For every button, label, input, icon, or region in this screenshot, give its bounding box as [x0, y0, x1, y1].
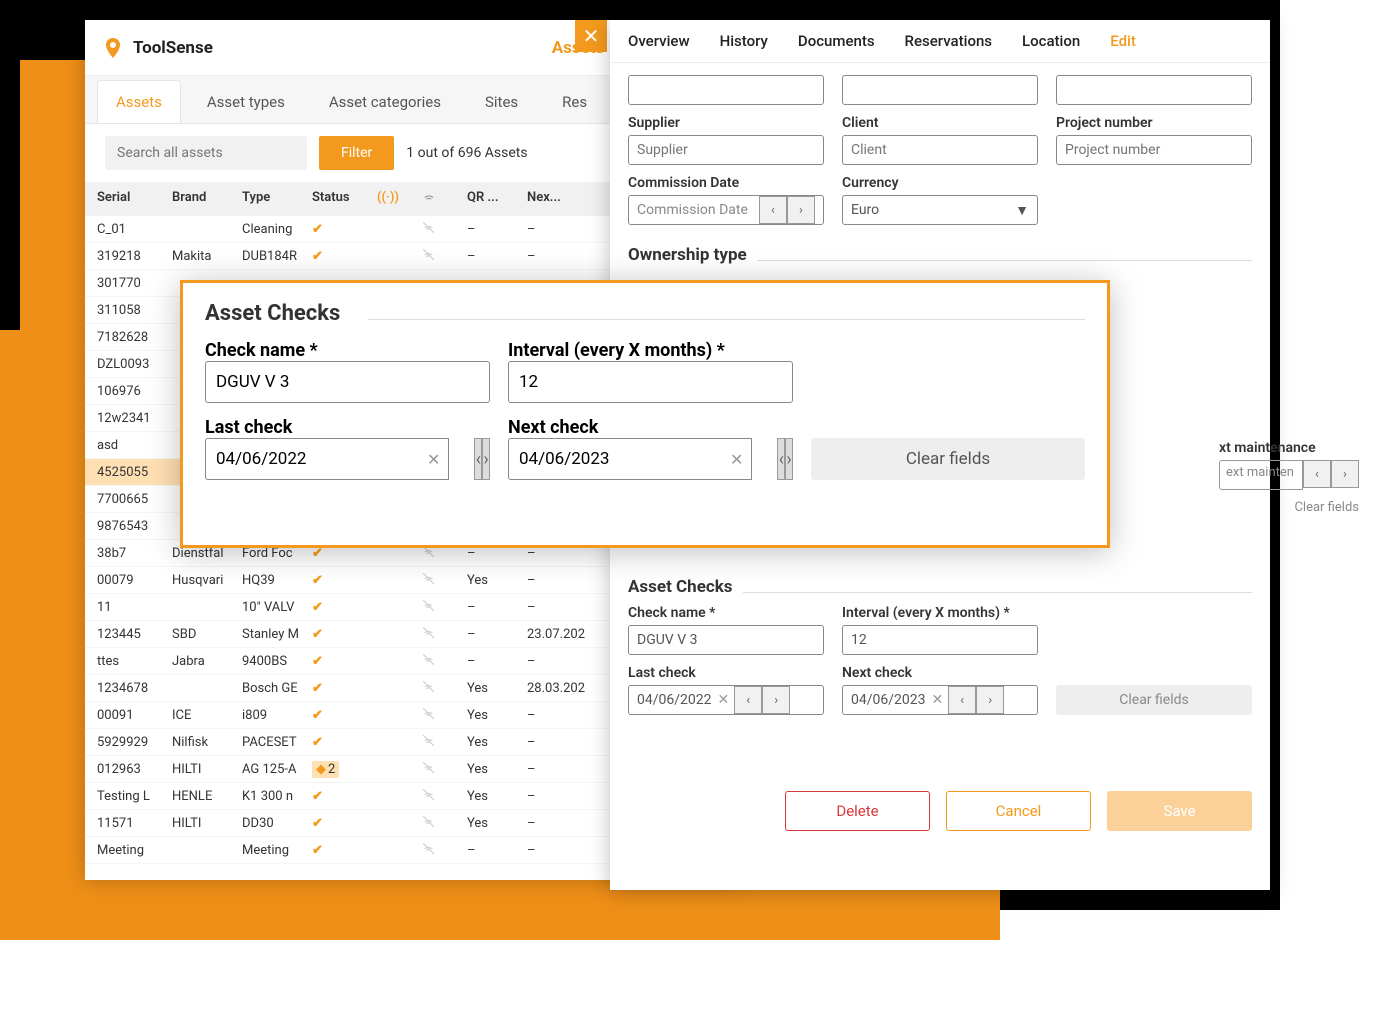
nm-prev[interactable]: ‹: [1303, 460, 1331, 488]
last-clear-icon[interactable]: ✕: [712, 692, 736, 708]
project-input[interactable]: [1056, 135, 1252, 165]
empty-field-2[interactable]: [842, 75, 1038, 105]
next-check-input-small[interactable]: 04/06/2023✕‹›: [842, 685, 1038, 715]
tab-history[interactable]: History: [720, 32, 768, 50]
check-name-label: Check name *: [205, 340, 490, 361]
popup-clear-fields[interactable]: Clear fields: [811, 438, 1085, 480]
last-check-label: Last check: [205, 417, 490, 438]
next-check-input[interactable]: [508, 438, 752, 480]
client-input[interactable]: [842, 135, 1038, 165]
tab-overview[interactable]: Overview: [628, 32, 690, 50]
tab-documents[interactable]: Documents: [798, 32, 875, 50]
commission-prev[interactable]: ‹: [759, 196, 787, 224]
check-name-input-small[interactable]: [628, 625, 824, 655]
empty-field-1[interactable]: [628, 75, 824, 105]
popup-title: Asset Checks: [205, 301, 340, 326]
filter-button[interactable]: Filter: [319, 136, 394, 170]
project-label: Project number: [1056, 115, 1252, 131]
next-clear-icon-big[interactable]: ✕: [724, 450, 749, 469]
commission-next[interactable]: ›: [787, 196, 815, 224]
last-prev[interactable]: ‹: [474, 438, 482, 480]
check-name-label-small: Check name *: [628, 605, 824, 621]
panel-tabs: Overview History Documents Reservations …: [610, 20, 1270, 63]
tab-location[interactable]: Location: [1022, 32, 1080, 50]
interval-label-small: Interval (every X months) *: [842, 605, 1038, 621]
interval-label: Interval (every X months) *: [508, 340, 793, 361]
client-label: Client: [842, 115, 1038, 131]
nm-clear-fields[interactable]: Clear fields: [1219, 500, 1359, 515]
commission-label: Commission Date: [628, 175, 824, 191]
close-button[interactable]: ✕: [575, 20, 607, 52]
subtab-reservations-partial[interactable]: Res: [544, 81, 605, 123]
next-prev-small[interactable]: ‹: [948, 686, 976, 714]
tab-reservations[interactable]: Reservations: [905, 32, 992, 50]
delete-button[interactable]: Delete: [785, 791, 930, 831]
supplier-label: Supplier: [628, 115, 824, 131]
last-next-small[interactable]: ›: [762, 686, 790, 714]
interval-input-small[interactable]: [842, 625, 1038, 655]
empty-field-3[interactable]: [1056, 75, 1252, 105]
col-next[interactable]: Nex...: [527, 190, 617, 208]
nm-next[interactable]: ›: [1331, 460, 1359, 488]
col-qr[interactable]: QR ...: [467, 190, 527, 208]
last-check-input[interactable]: [205, 438, 449, 480]
supplier-input[interactable]: [628, 135, 824, 165]
next-next[interactable]: ›: [785, 438, 793, 480]
last-prev-small[interactable]: ‹: [734, 686, 762, 714]
check-name-input[interactable]: [205, 361, 490, 403]
col-serial[interactable]: Serial: [97, 190, 172, 208]
subtab-asset-categories[interactable]: Asset categories: [311, 81, 459, 123]
chevron-down-icon: ▼: [1015, 202, 1029, 219]
last-clear-icon-big[interactable]: ✕: [421, 450, 446, 469]
next-maintenance-field: xt maintenance ext mainten ‹ › Clear fie…: [1219, 440, 1359, 515]
next-next-small[interactable]: ›: [976, 686, 1004, 714]
currency-label: Currency: [842, 175, 1038, 191]
asset-checks-heading: Asset Checks: [628, 577, 733, 597]
next-check-label-small: Next check: [842, 665, 1038, 681]
subtab-assets[interactable]: Assets: [97, 80, 181, 123]
subtab-sites[interactable]: Sites: [467, 81, 536, 123]
result-count: 1 out of 696 Assets: [406, 145, 527, 161]
col-wifi-icon[interactable]: [422, 190, 467, 208]
search-input[interactable]: [105, 136, 307, 170]
currency-select[interactable]: Euro▼: [842, 195, 1038, 225]
next-maint-label: xt maintenance: [1219, 440, 1359, 456]
last-check-input-small[interactable]: 04/06/2022✕‹›: [628, 685, 824, 715]
next-check-label: Next check: [508, 417, 793, 438]
next-maint-input[interactable]: ext mainten: [1219, 460, 1303, 490]
next-clear-icon[interactable]: ✕: [926, 692, 950, 708]
save-button[interactable]: Save: [1107, 791, 1252, 831]
cancel-button[interactable]: Cancel: [946, 791, 1091, 831]
ownership-heading: Ownership type: [628, 245, 747, 265]
tab-edit[interactable]: Edit: [1110, 32, 1136, 50]
subtab-asset-types[interactable]: Asset types: [189, 81, 303, 123]
interval-input[interactable]: [508, 361, 793, 403]
last-next[interactable]: ›: [482, 438, 490, 480]
col-type[interactable]: Type: [242, 190, 312, 208]
commission-date[interactable]: Commission Date‹›: [628, 195, 824, 225]
last-check-label-small: Last check: [628, 665, 824, 681]
col-signal[interactable]: ((·)): [377, 190, 422, 208]
col-brand[interactable]: Brand: [172, 190, 242, 208]
clear-fields-small[interactable]: Clear fields: [1056, 685, 1252, 715]
asset-checks-popup: Asset Checks Check name * Interval (ever…: [180, 280, 1110, 548]
next-prev[interactable]: ‹: [777, 438, 785, 480]
app-name: ToolSense: [133, 38, 213, 58]
logo-icon: [101, 36, 125, 60]
col-status[interactable]: Status: [312, 190, 377, 208]
